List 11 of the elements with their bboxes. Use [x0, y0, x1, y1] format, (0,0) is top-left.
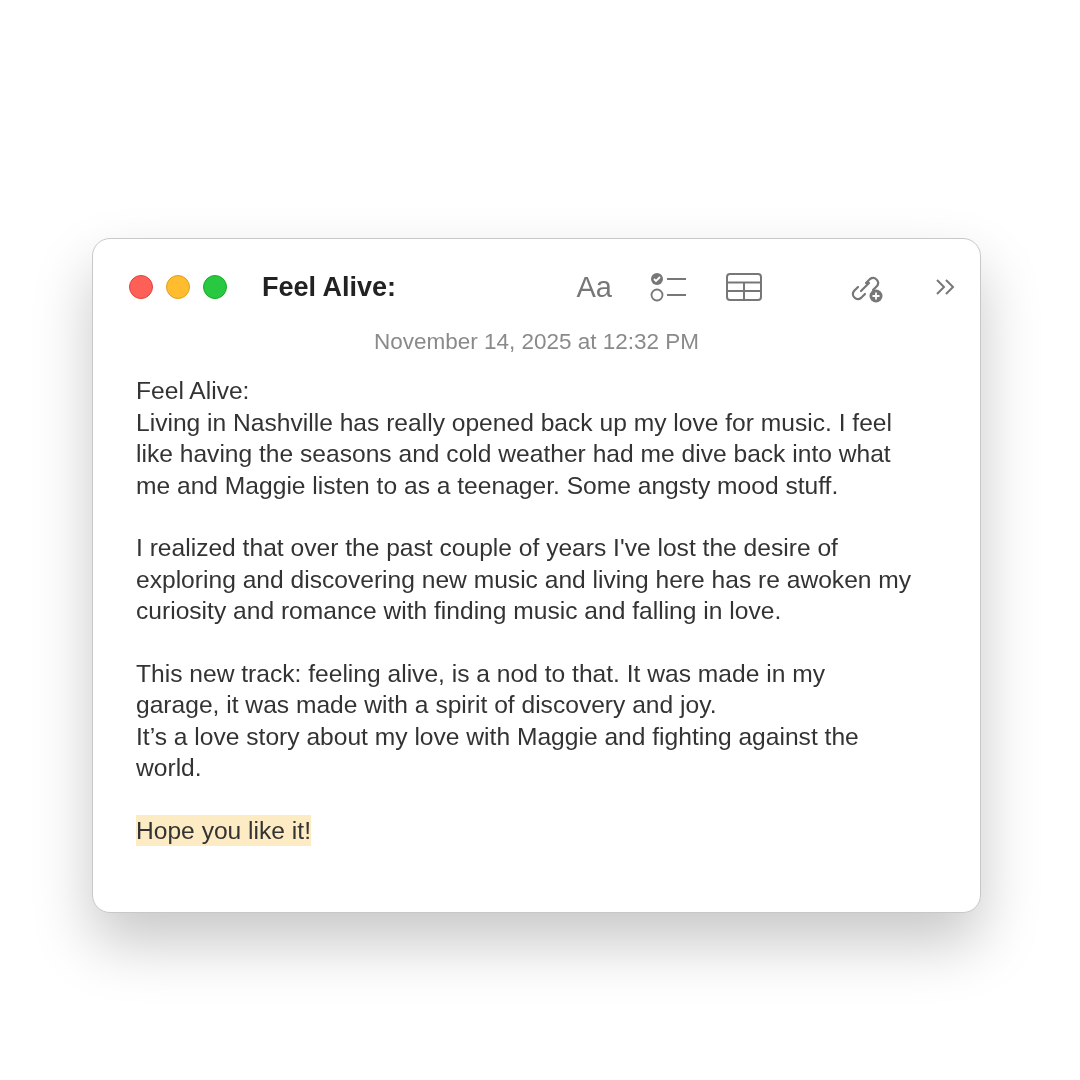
note-date: November 14, 2025 at 12:32 PM: [372, 329, 701, 355]
table-icon[interactable]: [726, 273, 762, 301]
close-button[interactable]: [129, 275, 153, 299]
highlighted-text: Hope you like it!: [136, 814, 311, 846]
checklist-icon[interactable]: [650, 272, 686, 302]
note-paragraph: Feel Alive: Living in Nashville has really opened back up my love for music. I feel like having the seasons and cold weather had me dive back into what me and Maggie listen to as a teenager. Some angsty mood stuff.: [136, 376, 893, 501]
note-paragraph: I realized that over the past couple of years I've lost the desire of exploring and discovering new music and living here has re awoken my curiosity and romance with finding music and falling in love.: [136, 533, 913, 626]
window-title: Feel Alive:: [262, 271, 397, 303]
format-button[interactable]: Aa: [576, 270, 612, 304]
zoom-button[interactable]: [203, 275, 227, 299]
note-paragraph: This new track: feeling alive, is a nod to that. It was made in my garage, it was made with a spirit of discovery and joy. It’s a love story about my love with Maggie and fighting against the world.: [136, 658, 860, 783]
